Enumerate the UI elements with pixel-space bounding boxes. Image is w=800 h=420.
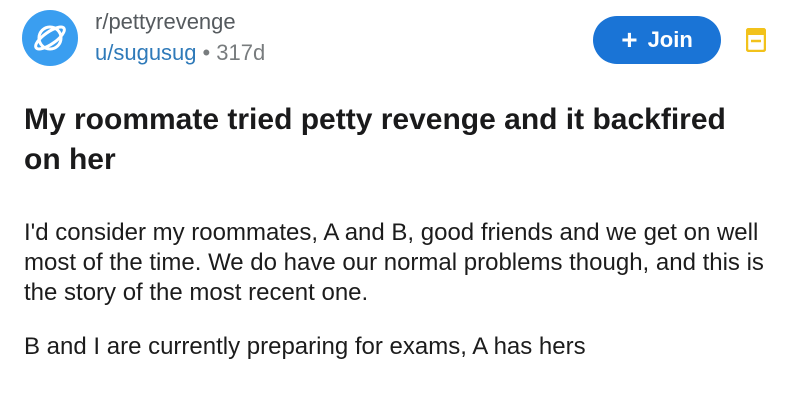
planet-icon — [34, 25, 66, 51]
meta-separator: • — [202, 40, 211, 65]
post-header: r/pettyrevenge u/sugusug • 317d + Join — [0, 0, 800, 90]
post-meta: u/sugusug • 317d — [95, 40, 265, 66]
post-paragraph: B and I are currently preparing for exam… — [24, 333, 586, 360]
post-title[interactable]: My roommate tried petty revenge and it b… — [24, 100, 764, 180]
join-button[interactable]: + Join — [593, 16, 721, 64]
join-label: Join — [647, 27, 693, 52]
post-paragraph: I'd consider my roommates, A and B, good… — [24, 219, 764, 306]
post-age: 317d — [216, 40, 266, 65]
post-body: I'd consider my roommates, A and B, good… — [24, 218, 784, 386]
plus-icon: + — [621, 24, 638, 55]
subreddit-name[interactable]: r/pettyrevenge — [95, 9, 236, 35]
username-link[interactable]: u/sugusug — [95, 40, 197, 65]
subreddit-avatar[interactable] — [22, 10, 78, 66]
menu-icon[interactable] — [746, 28, 766, 52]
